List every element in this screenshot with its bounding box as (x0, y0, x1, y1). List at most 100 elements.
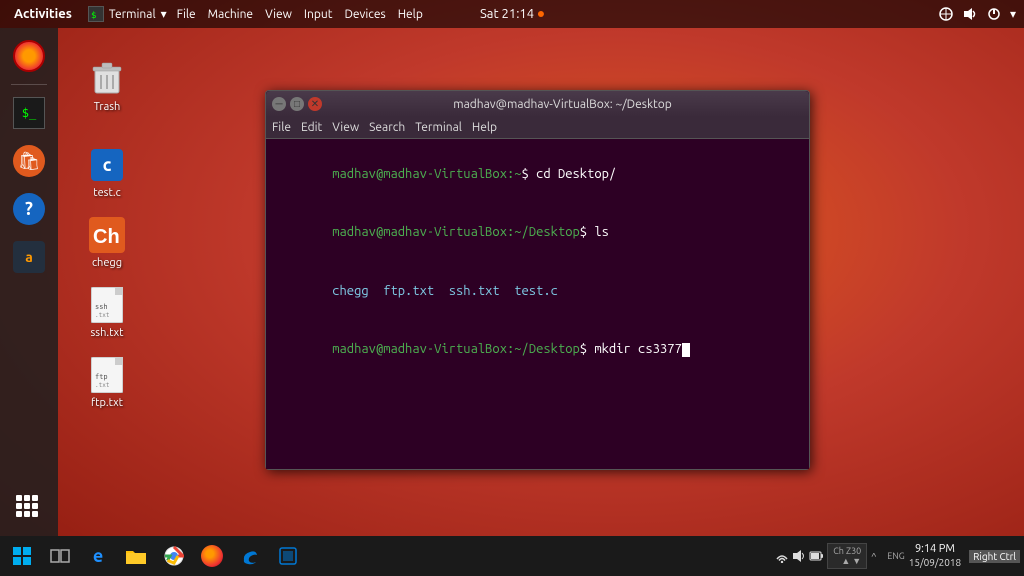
prompt-path-3: :~/Desktop (507, 342, 580, 356)
edge-button[interactable] (232, 538, 268, 574)
topbar-left: Activities $ Terminal ▾ File Machine Vie… (8, 5, 423, 23)
right-ctrl-label: Right Ctrl (969, 550, 1020, 563)
app-name-dropdown[interactable]: ▾ (161, 7, 167, 21)
topbar-app: $ Terminal ▾ (88, 6, 167, 22)
topbar-clock: Sat 21:14 (480, 7, 544, 21)
power-icon (986, 6, 1002, 22)
terminal-line-2: madhav@madhav-VirtualBox:~/Desktop$ ls (274, 204, 801, 263)
apps-grid-icon (13, 492, 45, 524)
tmenu-terminal[interactable]: Terminal (415, 121, 462, 134)
ftp-label: ftp.txt (91, 397, 123, 409)
vbox-button[interactable] (270, 538, 306, 574)
lang-icon: ENG (887, 551, 904, 561)
tmenu-file[interactable]: File (272, 121, 291, 134)
menu-help[interactable]: Help (398, 8, 423, 21)
chegg-icon: Ch (87, 215, 127, 255)
ssh-label: ssh.txt (91, 327, 124, 339)
ie-button[interactable]: e (80, 538, 116, 574)
tmenu-search[interactable]: Search (369, 121, 405, 134)
svg-text:ssh: ssh (95, 303, 108, 311)
menu-file[interactable]: File (177, 8, 196, 21)
launcher-firefox[interactable] (7, 34, 51, 78)
tray-arrow-icon: ^ (871, 550, 883, 562)
firefox-task-button[interactable] (194, 538, 230, 574)
cmd-3: mkdir cs3377 (594, 342, 681, 356)
launcher-appstore[interactable]: 🛍 (7, 139, 51, 183)
topbar: Activities $ Terminal ▾ File Machine Vie… (0, 0, 1024, 28)
clock-digits: ▲ ▼ (833, 556, 861, 566)
clock-display: Ch Z30 ▲ ▼ (833, 546, 861, 566)
systray (775, 549, 823, 563)
launcher-help[interactable]: ? (7, 187, 51, 231)
app-name-label: Terminal (109, 8, 156, 21)
terminal-line-4: madhav@madhav-VirtualBox:~/Desktop$ mkdi… (274, 321, 801, 380)
desktop-icon-ssh[interactable]: ssh .txt ssh.txt (72, 285, 142, 339)
prompt-user-1: madhav@madhav-VirtualBox (332, 167, 507, 181)
tray-icons: ^ (871, 550, 883, 562)
activities-button[interactable]: Activities (8, 5, 78, 23)
ls-output: chegg ftp.txt ssh.txt test.c (332, 284, 558, 298)
launcher-apps-grid[interactable] (7, 486, 51, 530)
edge-icon (240, 546, 260, 566)
windows-icon (12, 546, 32, 566)
launcher-separator (11, 84, 47, 85)
menu-input[interactable]: Input (304, 8, 333, 21)
testc-label: test.c (93, 187, 120, 199)
svg-text:ftp: ftp (95, 373, 108, 381)
close-button[interactable]: ✕ (308, 97, 322, 111)
launcher-amazon[interactable]: a (7, 235, 51, 279)
chrome-icon (164, 546, 184, 566)
help-icon: ? (13, 193, 45, 225)
desktop-icon-testc[interactable]: c test.c (72, 145, 142, 199)
task-view-button[interactable] (42, 538, 78, 574)
volume-taskbar-icon (792, 549, 806, 563)
prompt-user-2: madhav@madhav-VirtualBox (332, 225, 507, 239)
clock-date: 15/09/2018 (909, 557, 961, 569)
topbar-dropdown[interactable]: ▾ (1010, 7, 1016, 21)
network-taskbar-icon (775, 549, 789, 563)
battery-icon (809, 549, 823, 563)
prompt-dollar-2: $ (580, 225, 595, 239)
svg-text:.txt: .txt (95, 312, 110, 319)
terminal-menubar: File Edit View Search Terminal Help (266, 117, 809, 139)
tmenu-view[interactable]: View (332, 121, 359, 134)
firefox-task-icon (201, 545, 223, 567)
svg-text:$: $ (91, 11, 96, 20)
vbox-icon (278, 546, 298, 566)
prompt-dollar-3: $ (580, 342, 595, 356)
appstore-icon: 🛍 (13, 145, 45, 177)
desktop-icon-chegg[interactable]: Ch chegg (72, 215, 142, 269)
menu-devices[interactable]: Devices (344, 8, 385, 21)
chegg-label: chegg (92, 257, 122, 269)
desktop-icon-trash[interactable]: Trash (72, 59, 142, 113)
start-button[interactable] (4, 538, 40, 574)
terminal-body[interactable]: madhav@madhav-VirtualBox:~$ cd Desktop/ … (266, 139, 809, 469)
terminal-titlebar[interactable]: ─ □ ✕ madhav@madhav-VirtualBox: ~/Deskto… (266, 91, 809, 117)
taskbar-right: Ch Z30 ▲ ▼ ^ ENG 9:14 PM 15/09/2018 Righ… (775, 543, 1020, 569)
clock-time: 9:14 PM (915, 543, 955, 556)
maximize-button[interactable]: □ (290, 97, 304, 111)
desktop-icon-ftp[interactable]: ftp .txt ftp.txt (72, 355, 142, 409)
svg-text:^: ^ (871, 551, 877, 562)
menu-machine[interactable]: Machine (208, 8, 253, 21)
cmd-1: cd Desktop/ (536, 167, 616, 181)
terminal-icon: $_ (13, 97, 45, 129)
explorer-button[interactable] (118, 538, 154, 574)
chrome-button[interactable] (156, 538, 192, 574)
prompt-dollar-1: $ (522, 167, 537, 181)
tmenu-help[interactable]: Help (472, 121, 497, 134)
menu-view[interactable]: View (265, 8, 292, 21)
testc-icon: c (87, 145, 127, 185)
svg-text:.txt: .txt (95, 382, 110, 389)
firefox-icon (13, 40, 45, 72)
tmenu-edit[interactable]: Edit (301, 121, 322, 134)
prompt-user-3: madhav@madhav-VirtualBox (332, 342, 507, 356)
launcher-terminal[interactable]: $_ (7, 91, 51, 135)
trash-label: Trash (94, 101, 121, 113)
window-controls: ─ □ ✕ (272, 97, 322, 111)
ftp-icon: ftp .txt (87, 355, 127, 395)
amazon-icon: a (13, 241, 45, 273)
minimize-button[interactable]: ─ (272, 97, 286, 111)
svg-text:Ch: Ch (93, 226, 120, 248)
terminal-line-1: madhav@madhav-VirtualBox:~$ cd Desktop/ (274, 145, 801, 204)
